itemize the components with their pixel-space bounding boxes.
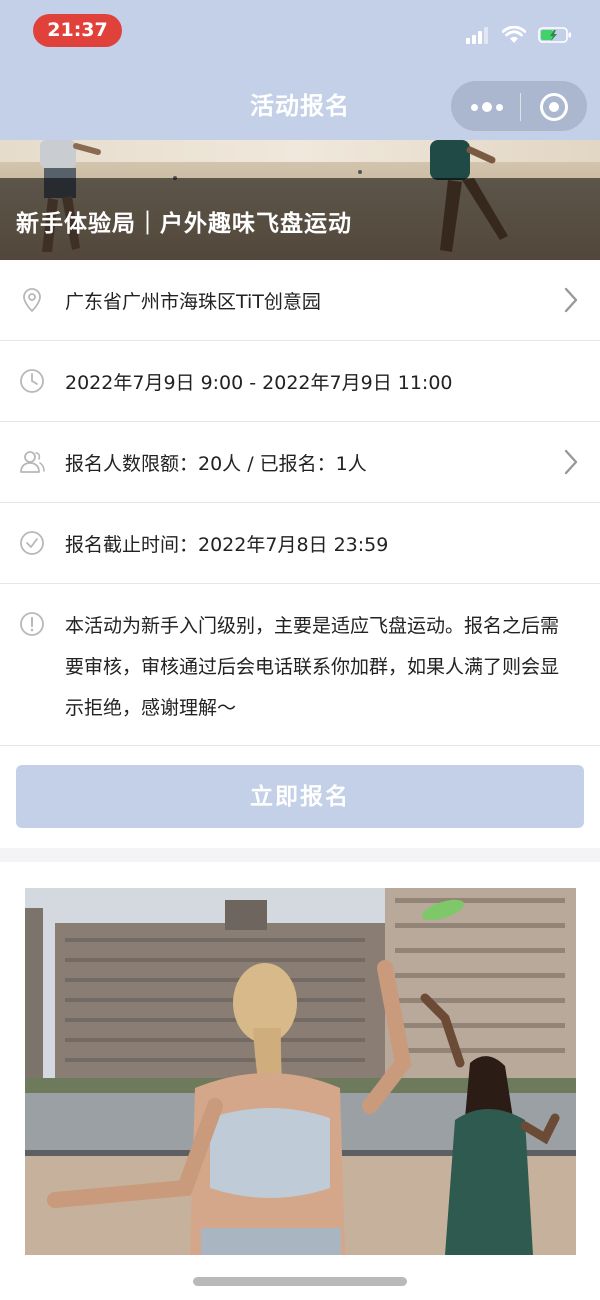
time-range-text: 2022年7月9日 9:00 - 2022年7月9日 11:00: [65, 371, 453, 394]
signup-button[interactable]: 立即报名: [16, 765, 584, 828]
deadline-text: 报名截止时间：2022年7月8日 23:59: [65, 533, 389, 556]
status-icons: [466, 24, 572, 46]
quota-row[interactable]: 报名人数限额：20人 / 已报名：1人: [0, 422, 600, 503]
activity-info-list: 广东省广州市海珠区TiT创意园 2022年7月9日 9:00 - 2022年7月…: [0, 260, 600, 746]
info-icon: [20, 612, 44, 636]
wifi-icon: [502, 26, 526, 43]
frisbee-players-image: [25, 888, 576, 1255]
status-time: 21:37: [33, 14, 122, 47]
location-row[interactable]: 广东省广州市海珠区TiT创意园: [0, 260, 600, 341]
description-row: 本活动为新手入门级别，主要是适应飞盘运动。报名之后需要审核，审核通过后会电话联系…: [0, 584, 600, 746]
top-bar: 21:37 活动报名: [0, 0, 600, 140]
more-icon[interactable]: [471, 98, 503, 116]
capsule-divider: [520, 93, 521, 121]
users-icon: [20, 451, 45, 473]
time-row: 2022年7月9日 9:00 - 2022年7月9日 11:00: [0, 341, 600, 422]
check-circle-icon: [20, 531, 44, 555]
activity-photo: [25, 888, 576, 1255]
mini-program-capsule: [450, 80, 588, 132]
location-pin-icon: [23, 288, 41, 313]
location-text: 广东省广州市海珠区TiT创意园: [65, 290, 321, 313]
battery-icon: [538, 27, 571, 43]
quota-text: 报名人数限额：20人 / 已报名：1人: [65, 452, 367, 475]
chevron-right-icon: [564, 287, 578, 313]
home-indicator: [193, 1277, 407, 1286]
activity-title: 新手体验局｜户外趣味飞盘运动: [16, 211, 352, 237]
description-text: 本活动为新手入门级别，主要是适应飞盘运动。报名之后需要审核，审核通过后会电话联系…: [65, 615, 560, 719]
deadline-row: 报名截止时间：2022年7月8日 23:59: [0, 503, 600, 584]
signal-icon: [466, 27, 488, 44]
close-mini-program-icon[interactable]: [540, 93, 568, 121]
clock-icon: [20, 369, 44, 393]
section-divider: [0, 848, 600, 862]
chevron-right-icon: [564, 449, 578, 475]
activity-banner: 新手体验局｜户外趣味飞盘运动: [0, 140, 600, 260]
